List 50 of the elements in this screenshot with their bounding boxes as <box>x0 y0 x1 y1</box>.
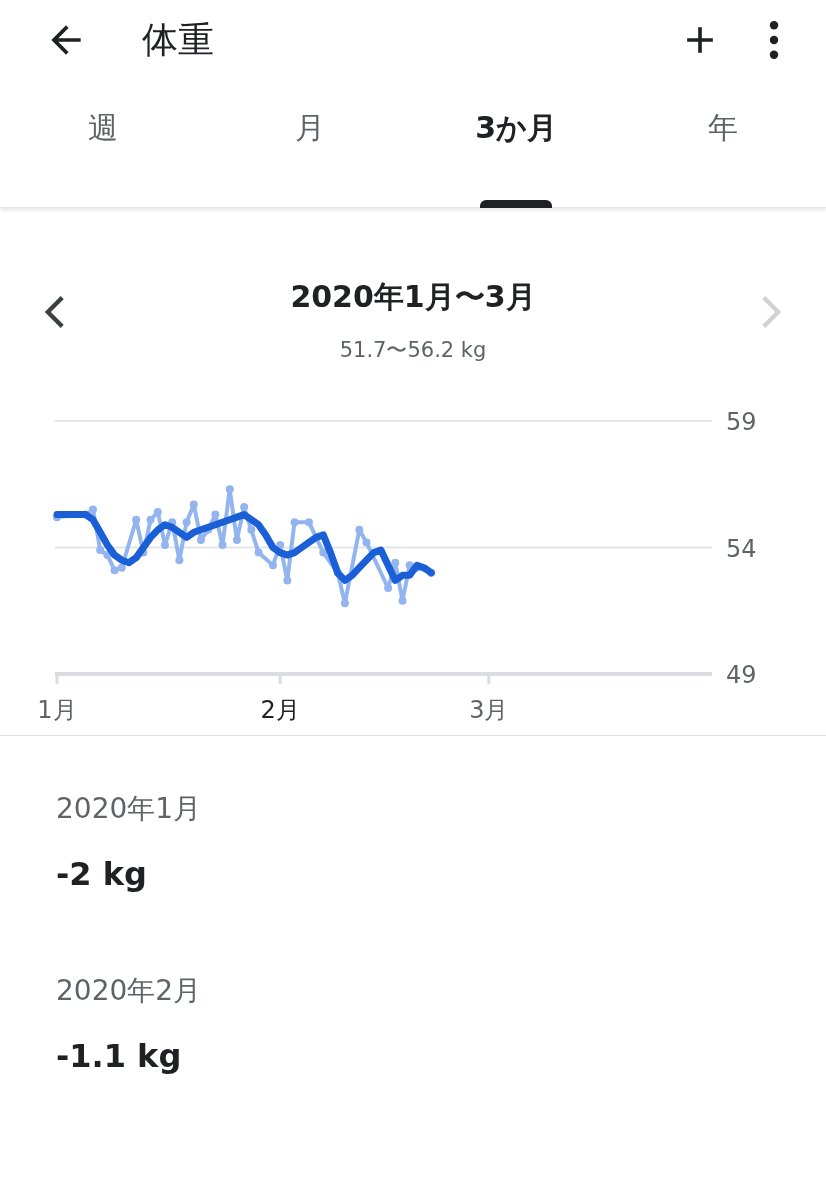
data-point <box>290 517 299 526</box>
data-point <box>405 560 414 569</box>
y-axis-label: 49 <box>726 660 757 689</box>
x-axis-label: 1月 <box>37 695 77 724</box>
data-point <box>168 517 177 526</box>
data-point <box>175 555 184 564</box>
data-point <box>319 548 328 557</box>
period-title: 2020年1月〜3月 <box>289 278 537 316</box>
data-point <box>362 537 371 546</box>
x-axis-label: 3月 <box>469 695 509 724</box>
data-point <box>117 563 126 572</box>
data-point <box>189 500 198 508</box>
data-point <box>132 515 141 524</box>
y-axis-label: 54 <box>726 534 757 562</box>
data-point <box>304 517 313 526</box>
month-label: 2020年1月 <box>56 790 203 827</box>
data-point <box>182 517 191 526</box>
data-point <box>196 535 205 544</box>
period-tab[interactable]: 週 <box>0 100 207 208</box>
period-tab[interactable]: 3か月 <box>413 100 620 208</box>
data-point <box>398 596 407 605</box>
x-axis-label: 2月 <box>260 695 300 724</box>
data-point <box>232 535 241 544</box>
data-point <box>110 565 119 574</box>
data-point <box>247 525 256 534</box>
y-axis-label: 59 <box>726 407 757 436</box>
data-point <box>103 550 112 559</box>
data-point <box>240 502 249 511</box>
data-point <box>96 545 105 554</box>
data-point <box>384 583 393 592</box>
data-point <box>355 525 364 534</box>
data-point <box>146 515 155 524</box>
data-point <box>340 598 349 607</box>
weight-change: -2 kg <box>56 853 148 895</box>
period-tab[interactable]: 年 <box>619 100 826 208</box>
data-point <box>225 484 234 493</box>
data-point <box>391 558 400 567</box>
data-point <box>153 507 162 516</box>
data-point <box>160 540 169 549</box>
data-point <box>283 575 292 584</box>
screen-title: 体重 <box>142 18 214 62</box>
weight-range: 51.7〜56.2 kg <box>338 337 488 364</box>
data-point <box>276 540 285 549</box>
weight-change: -1.1 kg <box>56 1035 183 1077</box>
data-point <box>211 510 220 519</box>
data-point <box>218 540 227 549</box>
period-tab[interactable]: 月 <box>206 100 413 208</box>
month-label: 2020年2月 <box>56 972 203 1009</box>
data-point <box>268 560 277 569</box>
data-point <box>254 548 263 557</box>
